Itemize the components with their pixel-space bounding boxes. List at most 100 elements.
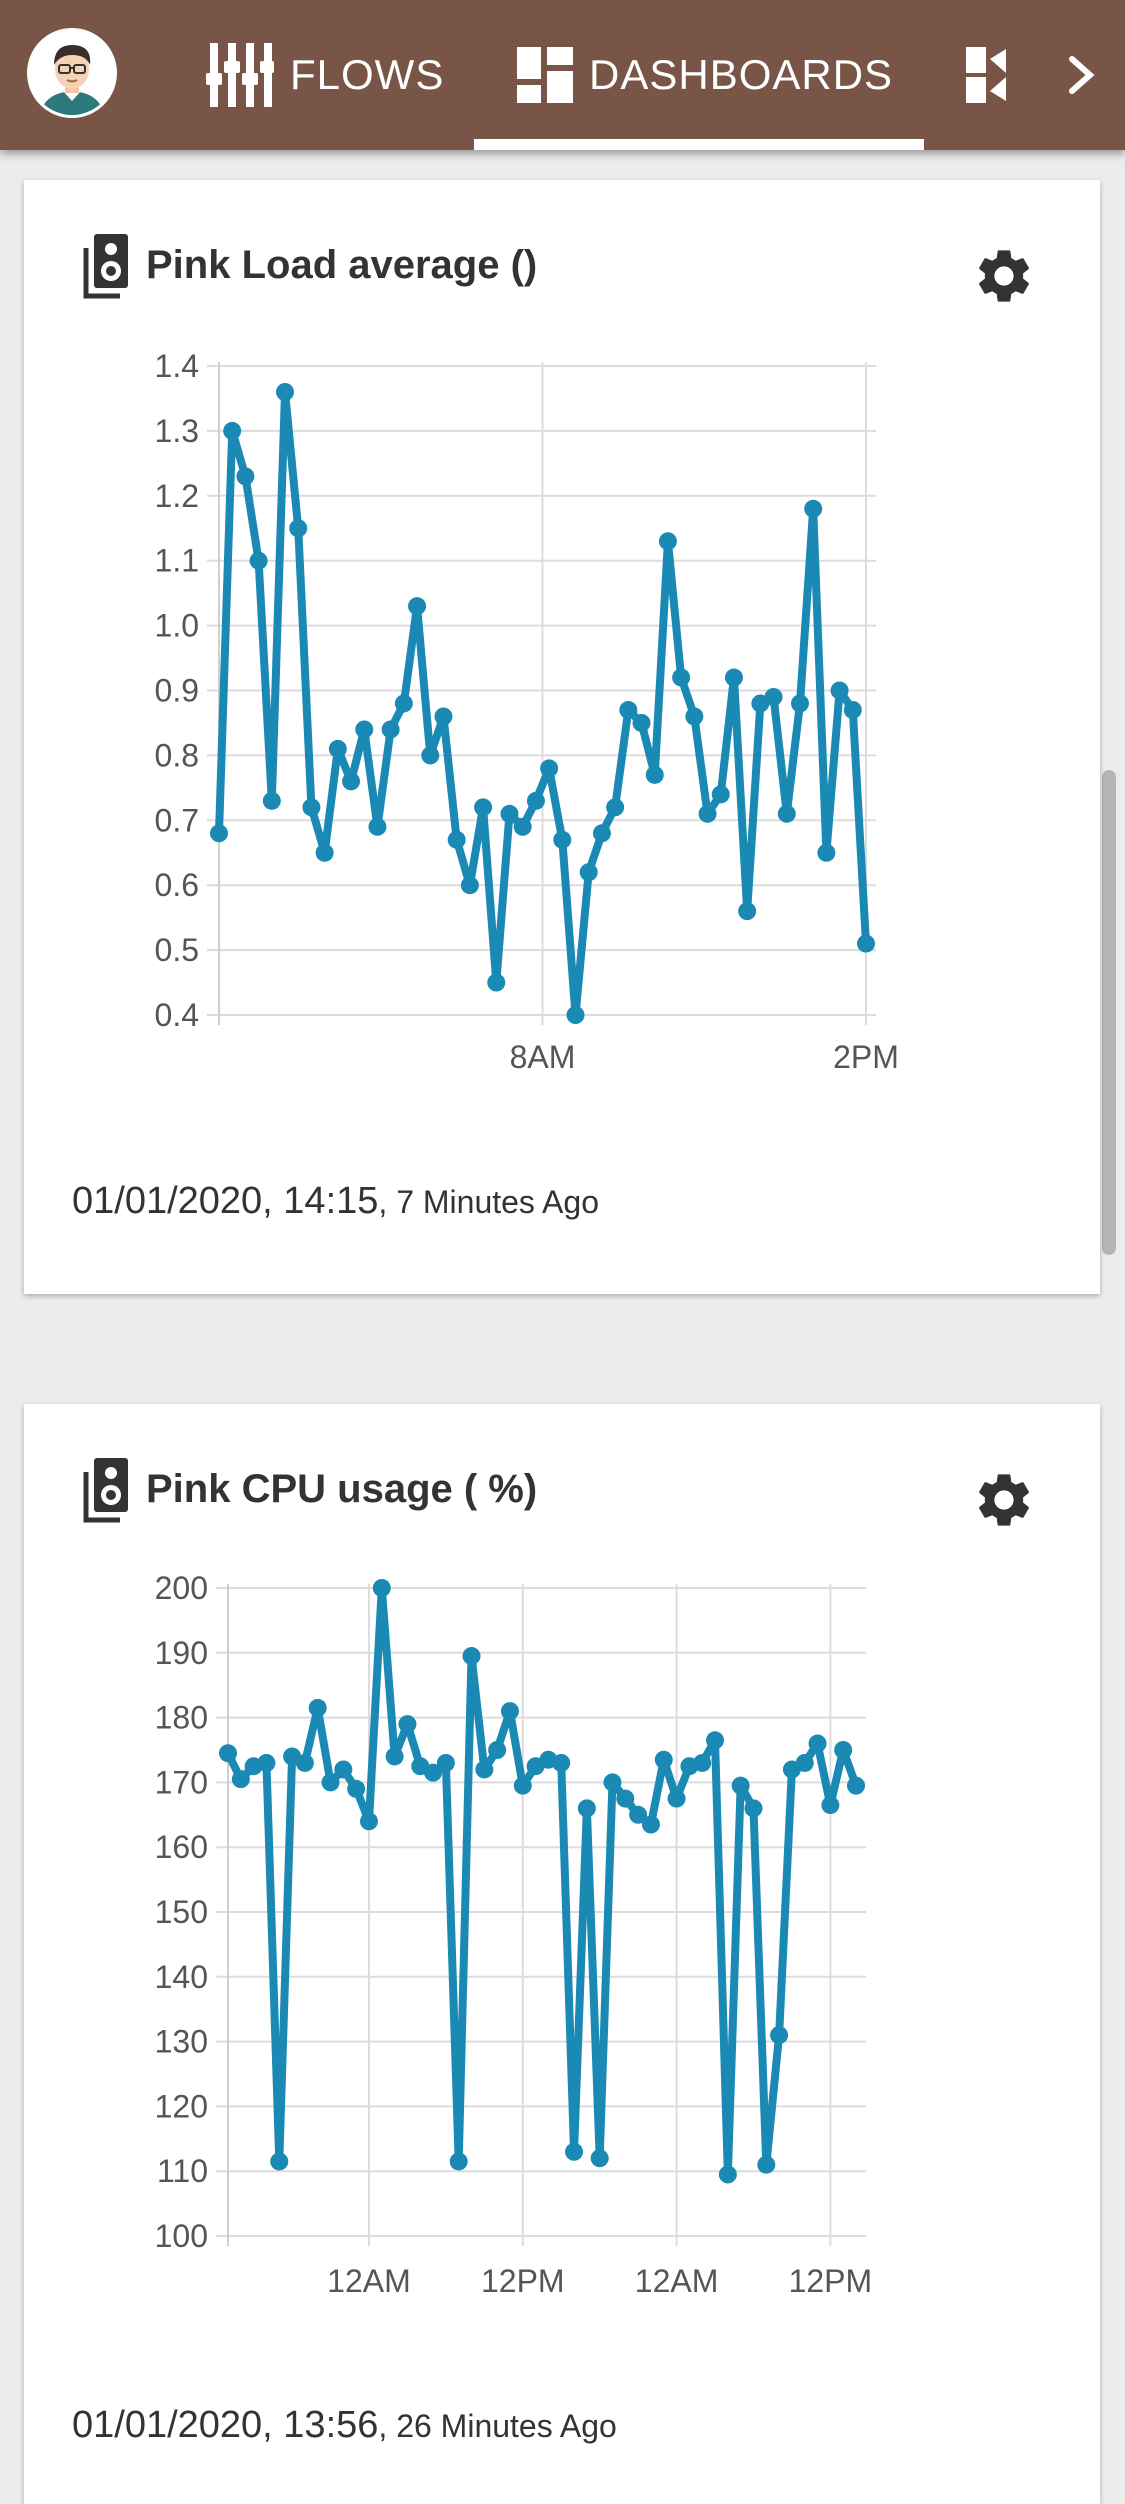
- dashboard-card-cpu-usage: Pink CPU usage ( %) 200 190 180 170 160 150 14…: [24, 1404, 1100, 2504]
- tab-dashboards-label: DASHBOARDS: [589, 51, 894, 98]
- data-point: [804, 499, 823, 518]
- tab-dashboards[interactable]: DASHBOARDS: [517, 0, 893, 150]
- data-point: [434, 707, 453, 726]
- data-point: [488, 1741, 507, 1759]
- timestamp-relative: , 7 Minutes Ago: [378, 1184, 599, 1220]
- y-tick-label: 1.3: [155, 413, 199, 449]
- data-point: [262, 791, 281, 810]
- y-tick-label: 0.8: [155, 737, 199, 773]
- data-point: [513, 817, 532, 836]
- data-point: [347, 1779, 366, 1798]
- data-point: [500, 804, 519, 823]
- data-point: [566, 1006, 585, 1024]
- dashboards-icon: [517, 47, 573, 103]
- timestamp-relative: , 26 Minutes Ago: [378, 2408, 617, 2444]
- data-point: [777, 804, 796, 823]
- chevron-right-icon[interactable]: [1058, 52, 1104, 98]
- dashboard-card-load-average: Pink Load average () 1.4 1.3 1.2 1.1 1.0 0.9 0…: [24, 180, 1100, 1294]
- data-point: [685, 707, 704, 726]
- y-tick-label: 1.4: [155, 348, 199, 384]
- y-tick-label: 190: [155, 1635, 208, 1671]
- tab-flows[interactable]: FLOWS: [206, 0, 444, 150]
- data-point: [236, 467, 255, 486]
- data-point: [210, 824, 228, 843]
- x-tick-label: 12PM: [789, 2263, 873, 2299]
- data-point: [249, 551, 268, 570]
- tab-flows-label: FLOWS: [290, 51, 445, 98]
- data-point: [603, 1773, 622, 1792]
- y-tick-label: 130: [155, 2024, 208, 2060]
- y-tick-label: 0.4: [155, 997, 199, 1033]
- y-tick-label: 150: [155, 1894, 208, 1930]
- data-point: [577, 1799, 596, 1818]
- data-point: [790, 694, 809, 713]
- data-point: [368, 817, 387, 836]
- data-point: [606, 798, 625, 817]
- y-tick-label: 160: [155, 1829, 208, 1865]
- card-timestamp: 01/01/2020, 13:56, 26 Minutes Ago: [72, 2404, 617, 2447]
- x-tick-label: 12AM: [635, 2263, 719, 2299]
- data-point: [475, 1760, 494, 1779]
- data-point: [857, 934, 875, 953]
- y-tick-label: 120: [155, 2088, 208, 2124]
- tab-panels[interactable]: [966, 0, 1022, 150]
- data-point: [616, 1789, 635, 1808]
- data-point: [817, 843, 836, 862]
- data-point: [830, 681, 849, 700]
- data-point: [526, 791, 545, 810]
- data-point: [436, 1753, 455, 1772]
- page-scrollbar[interactable]: [1102, 770, 1116, 1255]
- data-point: [843, 700, 862, 719]
- app-bar: FLOWS DASHBOARDS: [0, 0, 1125, 150]
- data-point: [257, 1753, 276, 1772]
- data-point: [645, 765, 664, 784]
- data-point: [711, 785, 730, 804]
- series-line: [224, 1584, 860, 2179]
- data-point: [289, 519, 308, 538]
- data-point: [641, 1815, 660, 1834]
- y-tick-label: 0.5: [155, 932, 199, 968]
- data-point: [847, 1776, 865, 1795]
- data-point: [821, 1796, 840, 1815]
- data-point: [308, 1698, 327, 1717]
- y-tick-label: 1.1: [155, 543, 199, 579]
- data-point: [718, 2165, 737, 2184]
- data-point: [270, 2152, 289, 2171]
- data-point: [276, 382, 295, 401]
- data-point: [738, 902, 757, 921]
- y-tick-label: 180: [155, 1700, 208, 1736]
- data-point: [724, 668, 743, 687]
- data-point: [372, 1579, 391, 1597]
- data-point: [355, 720, 374, 739]
- data-point: [808, 1734, 827, 1753]
- data-point: [500, 1702, 519, 1721]
- y-tick-label: 0.6: [155, 867, 199, 903]
- y-tick-label: 100: [155, 2218, 208, 2254]
- data-point: [731, 1776, 750, 1795]
- y-tick-label: 200: [155, 1570, 208, 1606]
- data-point: [342, 772, 361, 791]
- timestamp-value: 01/01/2020, 13:56: [72, 2404, 379, 2446]
- data-point: [834, 1741, 853, 1759]
- data-point: [398, 1715, 417, 1734]
- data-point: [334, 1760, 353, 1779]
- data-point: [698, 804, 717, 823]
- x-tick-label: 12AM: [327, 2263, 411, 2299]
- active-tab-indicator: [474, 139, 924, 150]
- data-point: [219, 1744, 237, 1763]
- user-avatar[interactable]: [27, 28, 117, 118]
- x-tick-label: 12PM: [481, 2263, 565, 2299]
- data-point: [447, 830, 466, 849]
- data-point: [315, 843, 334, 862]
- data-point: [540, 759, 559, 778]
- data-point: [408, 597, 427, 616]
- load-average-chart: 1.4 1.3 1.2 1.1 1.0 0.9 0.8 0.7 0.6 0.5 0.4 8AM 2PM: [155, 348, 899, 1075]
- data-point: [460, 876, 479, 895]
- data-point: [632, 713, 651, 732]
- data-point: [654, 1750, 673, 1769]
- timestamp-value: 01/01/2020, 14:15: [72, 1180, 379, 1222]
- data-point: [552, 1753, 571, 1772]
- data-point: [302, 798, 321, 817]
- data-point: [764, 687, 783, 706]
- flows-icon: [206, 43, 274, 107]
